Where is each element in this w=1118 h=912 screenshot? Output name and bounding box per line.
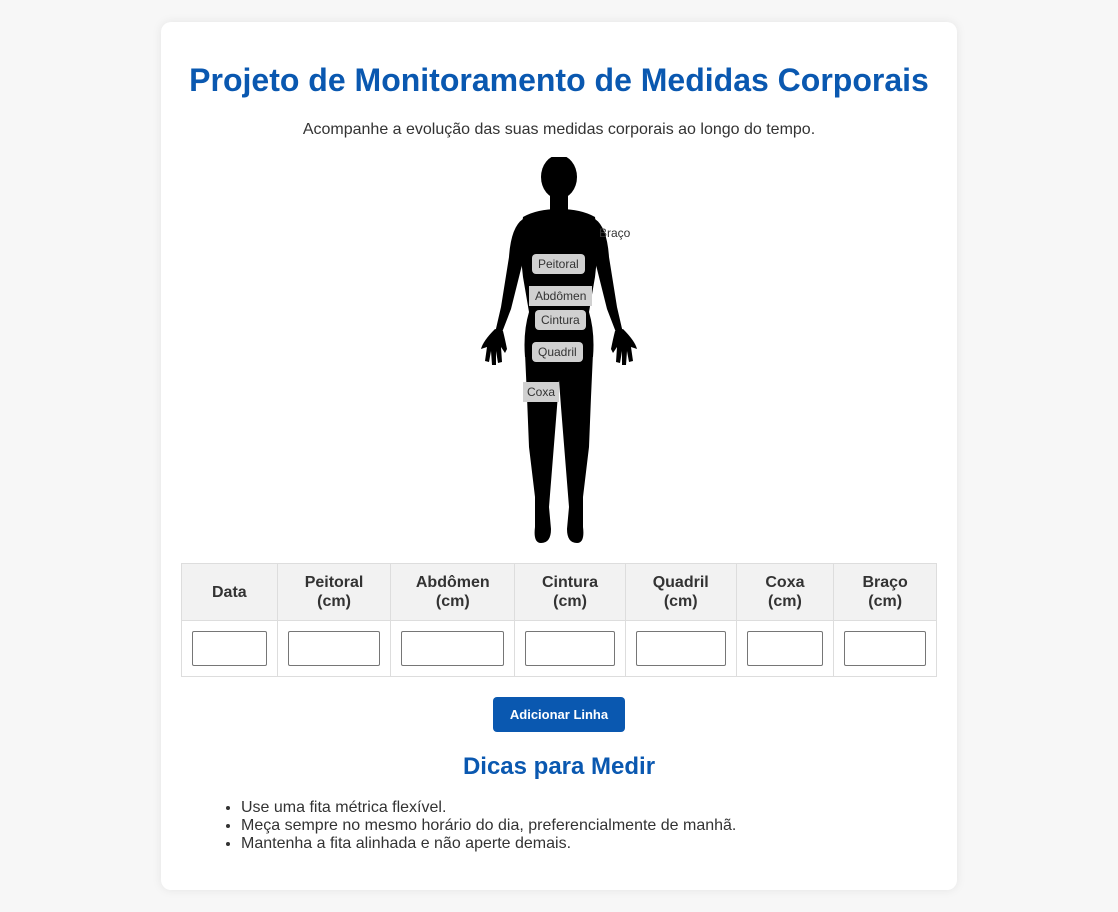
label-braco: Braço (599, 226, 631, 240)
tips-list: Use uma fita métrica flexível. Meça semp… (241, 799, 736, 853)
col-header-coxa: Coxa (cm) (735, 563, 835, 621)
page-title: Projeto de Monitoramento de Medidas Corp… (189, 62, 929, 98)
tips-title: Dicas para Medir (462, 753, 656, 780)
label-coxa: Coxa (523, 382, 560, 402)
table-cell (514, 620, 626, 677)
quadril-input[interactable] (635, 631, 726, 666)
col-header-data: Data (181, 563, 278, 621)
measurements-table: Data Peitoral (cm) Abdômen (cm) Cintura … (181, 563, 937, 677)
body-figure: Braço Peitoral Abdômen Cintura Quadril C… (477, 157, 641, 545)
peitoral-input[interactable] (287, 631, 381, 666)
table-cell (390, 620, 516, 677)
data-input[interactable] (192, 631, 267, 666)
table-cell (624, 620, 737, 677)
label-cintura: Cintura (535, 310, 586, 330)
coxa-input[interactable] (746, 631, 824, 666)
list-item: Mantenha a fita alinhada e não aperte de… (241, 835, 736, 853)
table-header-row: Data Peitoral (cm) Abdômen (cm) Cintura … (181, 563, 937, 621)
table-cell (181, 620, 278, 677)
col-header-cintura: Cintura (cm) (514, 563, 626, 621)
braco-input[interactable] (844, 631, 926, 666)
cintura-input[interactable] (525, 631, 615, 666)
col-header-peitoral: Peitoral (cm) (276, 563, 392, 621)
list-item: Use uma fita métrica flexível. (241, 799, 736, 817)
label-quadril: Quadril (532, 342, 583, 362)
abdomen-input[interactable] (401, 631, 505, 666)
col-header-quadril: Quadril (cm) (624, 563, 737, 621)
main-card: Projeto de Monitoramento de Medidas Corp… (161, 22, 957, 890)
add-row-button[interactable]: Adicionar Linha (493, 697, 625, 732)
table-cell (276, 620, 392, 677)
label-abdomen: Abdômen (529, 286, 593, 306)
table-cell (833, 620, 937, 677)
table-row (181, 620, 937, 677)
label-peitoral: Peitoral (532, 254, 585, 274)
col-header-abdomen: Abdômen (cm) (390, 563, 516, 621)
page-subtitle: Acompanhe a evolução das suas medidas co… (302, 121, 816, 138)
col-header-braco: Braço (cm) (833, 563, 937, 621)
table-cell (735, 620, 835, 677)
list-item: Meça sempre no mesmo horário do dia, pre… (241, 817, 736, 835)
